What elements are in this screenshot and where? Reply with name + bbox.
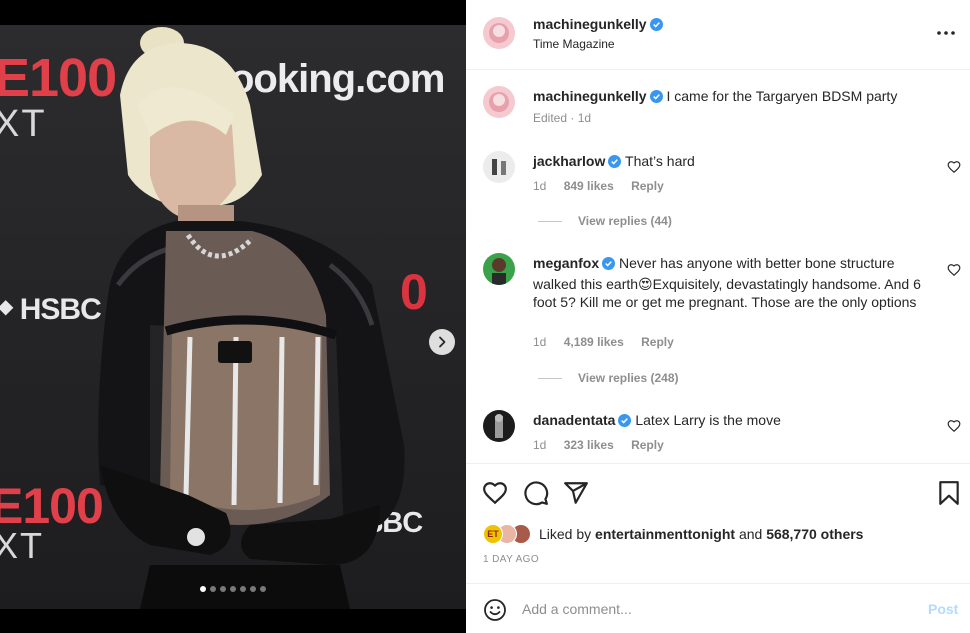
comment-username[interactable]: jackharlow [533,153,605,169]
verified-icon [602,256,616,275]
others-count[interactable]: 568,770 others [766,526,863,542]
carousel-dot[interactable] [240,586,246,592]
commenter-avatar[interactable] [483,410,515,442]
liker-avatars: ET [483,523,539,545]
reply-button[interactable]: Reply [641,335,674,349]
comment-item: danadentata Latex Larry is the move 1d 3… [466,410,970,454]
comment-likes[interactable]: 323 likes [564,438,614,452]
emoji-icon[interactable] [483,598,507,622]
comment-username[interactable]: danadentata [533,412,615,428]
comment-meta: 1d 4,189 likes Reply [533,335,688,349]
caption-meta: Edited · 1d [533,111,592,125]
comment-meta: 1d 849 likes Reply [533,179,678,193]
comment-username[interactable]: meganfox [533,255,599,271]
verified-icon [649,18,663,36]
liker-avatar[interactable]: ET [483,524,503,544]
post-location[interactable]: Time Magazine [533,37,615,51]
heart-icon[interactable] [482,480,508,506]
comment-composer: Post [466,583,970,633]
post-photo[interactable]: E100 XT ooking.com ◆ HSBC 0 E100 XT HSBC [0,25,466,609]
comment-body: Latex Larry is the move [635,412,781,428]
comment-item: jackharlow That’s hard 1d 849 likes Repl… [466,151,970,193]
liked-by-row: ET Liked by entertainmenttonight and 568… [483,523,863,545]
view-replies-button[interactable]: View replies (248) [538,371,679,385]
comment-likes[interactable]: 4,189 likes [564,335,624,349]
comment-item: meganfox Never has anyone with better bo… [466,253,970,353]
post-caption: machinegunkelly I came for the Targaryen… [466,86,970,136]
chevron-right-icon [439,336,446,348]
carousel-dot[interactable] [230,586,236,592]
carousel-dot[interactable] [260,586,266,592]
replies-divider [538,220,562,222]
view-replies-label: View replies (44) [578,214,672,228]
heart-icon[interactable] [947,160,961,174]
top-liker-username[interactable]: entertainmenttonight [595,526,735,542]
more-options-button[interactable] [936,26,956,40]
replies-divider [538,377,562,379]
author-username[interactable]: machinegunkelly [533,16,647,32]
author-row: machinegunkelly [533,16,663,36]
comment-text: danadentata Latex Larry is the move [533,411,933,432]
post-header: machinegunkelly Time Magazine [466,0,970,70]
comment-text: meganfox Never has anyone with better bo… [533,254,933,312]
view-replies-label: View replies (248) [578,371,679,385]
verified-icon [618,413,632,432]
comment-age: 1d [533,335,547,349]
carousel-dot[interactable] [250,586,256,592]
post-timestamp[interactable]: 1 DAY AGO [483,554,539,565]
commenter-avatar[interactable] [483,253,515,285]
caption-body: I came for the Targaryen BDSM party [666,88,898,104]
liked-by-prefix: Liked by [539,526,592,542]
caption-username[interactable]: machinegunkelly [533,88,647,104]
caption-avatar[interactable] [483,86,515,118]
reply-button[interactable]: Reply [631,438,664,452]
liked-by-and: and [738,526,763,542]
carousel-dots [0,586,466,592]
post-media: E100 XT ooking.com ◆ HSBC 0 E100 XT HSBC [0,0,466,633]
share-icon[interactable] [563,480,589,506]
comment-text: jackharlow That’s hard [533,152,933,173]
comment-input[interactable] [522,594,902,624]
comment-body: That’s hard [625,153,695,169]
carousel-dot[interactable] [210,586,216,592]
comment-age: 1d [533,438,547,452]
more-icon [937,31,955,35]
carousel-dot[interactable] [200,586,206,592]
post-comment-button[interactable]: Post [928,601,958,617]
comment-likes[interactable]: 849 likes [564,179,614,193]
carousel-dot[interactable] [220,586,226,592]
comment-meta: 1d 323 likes Reply [533,438,678,452]
author-avatar[interactable] [483,17,515,49]
heart-icon[interactable] [947,263,961,277]
next-image-button[interactable] [429,329,455,355]
comment-age: 1d [533,179,547,193]
bookmark-icon[interactable] [936,480,962,506]
comment-icon[interactable] [523,480,549,506]
verified-icon [608,154,622,173]
person-figure [98,27,405,609]
post-actions: ET Liked by entertainmenttonight and 568… [466,463,970,583]
commenter-avatar[interactable] [483,151,515,183]
reply-button[interactable]: Reply [631,179,664,193]
view-replies-button[interactable]: View replies (44) [538,214,672,228]
heart-icon[interactable] [947,419,961,433]
caption-text: machinegunkelly I came for the Targaryen… [533,87,933,108]
post-side-panel: machinegunkelly Time Magazine machinegun… [466,0,970,633]
verified-icon [649,89,663,108]
